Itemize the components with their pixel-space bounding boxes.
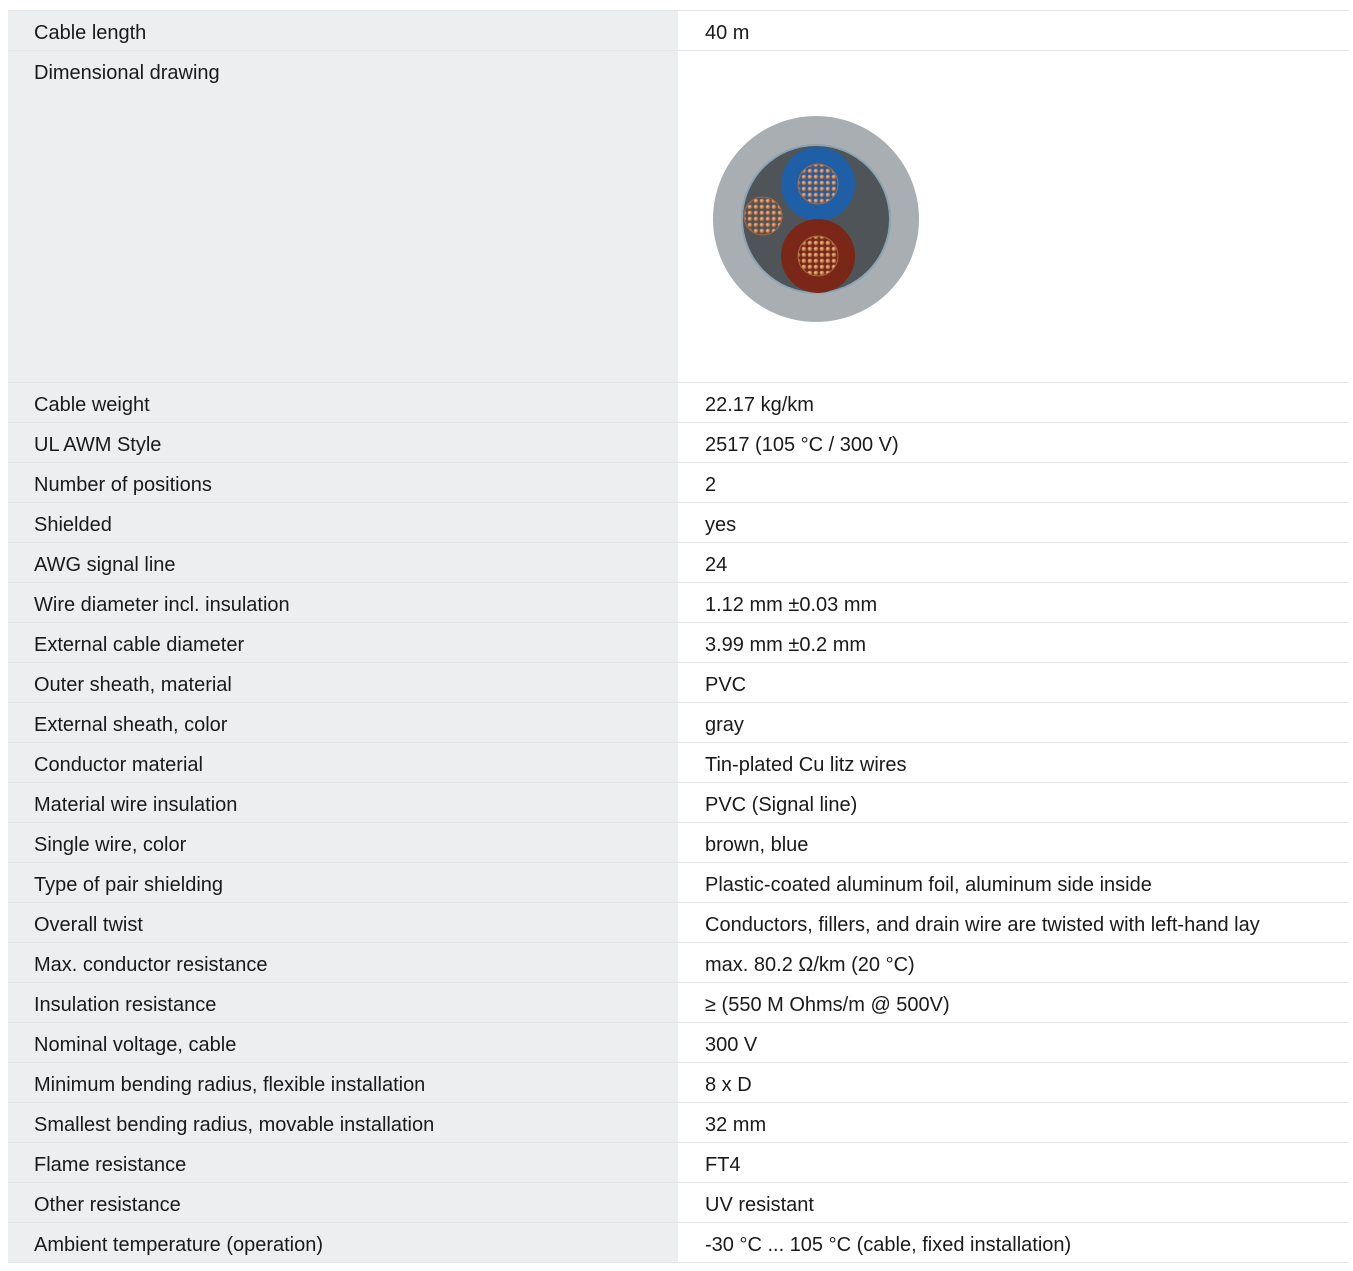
- spec-value: 300 V: [678, 1023, 1349, 1062]
- spec-row-ul-awm-style: UL AWM Style 2517 (105 °C / 300 V): [8, 423, 1349, 463]
- spec-row-nominal-voltage: Nominal voltage, cable 300 V: [8, 1023, 1349, 1063]
- spec-row-external-cable-diameter: External cable diameter 3.99 mm ±0.2 mm: [8, 623, 1349, 663]
- spec-value: 8 x D: [678, 1063, 1349, 1102]
- spec-label: Overall twist: [8, 903, 678, 942]
- spec-label: Wire diameter incl. insulation: [8, 583, 678, 622]
- spec-label: Nominal voltage, cable: [8, 1023, 678, 1062]
- spec-row-outer-sheath-material: Outer sheath, material PVC: [8, 663, 1349, 703]
- spec-value: Conductors, fillers, and drain wire are …: [678, 903, 1349, 942]
- spec-row-wire-diameter: Wire diameter incl. insulation 1.12 mm ±…: [8, 583, 1349, 623]
- spec-row-overall-twist: Overall twist Conductors, fillers, and d…: [8, 903, 1349, 943]
- spec-row-ambient-temperature: Ambient temperature (operation) -30 °C .…: [8, 1223, 1349, 1263]
- spec-value: gray: [678, 703, 1349, 742]
- spec-row-cable-weight: Cable weight 22.17 kg/km: [8, 383, 1349, 423]
- spec-label: Cable length: [8, 11, 678, 50]
- spec-label: Single wire, color: [8, 823, 678, 862]
- spec-value: 22.17 kg/km: [678, 383, 1349, 422]
- spec-value: 32 mm: [678, 1103, 1349, 1142]
- spec-value: 1.12 mm ±0.03 mm: [678, 583, 1349, 622]
- spec-label: Outer sheath, material: [8, 663, 678, 702]
- spec-label: Max. conductor resistance: [8, 943, 678, 982]
- cable-cross-section-icon: [713, 116, 919, 322]
- spec-value: max. 80.2 Ω/km (20 °C): [678, 943, 1349, 982]
- spec-value: brown, blue: [678, 823, 1349, 862]
- spec-row-pair-shielding: Type of pair shielding Plastic-coated al…: [8, 863, 1349, 903]
- spec-label: Conductor material: [8, 743, 678, 782]
- spec-row-single-wire-color: Single wire, color brown, blue: [8, 823, 1349, 863]
- spec-row-shielded: Shielded yes: [8, 503, 1349, 543]
- spec-value: 2: [678, 463, 1349, 502]
- spec-value: Tin-plated Cu litz wires: [678, 743, 1349, 782]
- spec-value: FT4: [678, 1143, 1349, 1182]
- spec-label: Insulation resistance: [8, 983, 678, 1022]
- spec-label: Flame resistance: [8, 1143, 678, 1182]
- spec-row-cable-length: Cable length 40 m: [8, 11, 1349, 51]
- spec-value: yes: [678, 503, 1349, 542]
- spec-row-external-sheath-color: External sheath, color gray: [8, 703, 1349, 743]
- spec-label: Smallest bending radius, movable install…: [8, 1103, 678, 1142]
- spec-row-conductor-material: Conductor material Tin-plated Cu litz wi…: [8, 743, 1349, 783]
- spec-row-dimensional-drawing: Dimensional drawing: [8, 51, 1349, 383]
- spec-value: ≥ (550 M Ohms/m @ 500V): [678, 983, 1349, 1022]
- spec-label: Type of pair shielding: [8, 863, 678, 902]
- spec-value: -30 °C ... 105 °C (cable, fixed installa…: [678, 1223, 1349, 1262]
- spec-row-material-wire-insulation: Material wire insulation PVC (Signal lin…: [8, 783, 1349, 823]
- spec-label: External cable diameter: [8, 623, 678, 662]
- spec-label: AWG signal line: [8, 543, 678, 582]
- spec-row-min-bending-radius-flexible: Minimum bending radius, flexible install…: [8, 1063, 1349, 1103]
- spec-value: 3.99 mm ±0.2 mm: [678, 623, 1349, 662]
- spec-value: PVC: [678, 663, 1349, 702]
- spec-row-min-bending-radius-movable: Smallest bending radius, movable install…: [8, 1103, 1349, 1143]
- spec-row-flame-resistance: Flame resistance FT4: [8, 1143, 1349, 1183]
- spec-value: Plastic-coated aluminum foil, aluminum s…: [678, 863, 1349, 902]
- spec-label: Ambient temperature (operation): [8, 1223, 678, 1262]
- spec-label: Cable weight: [8, 383, 678, 422]
- spec-row-other-resistance: Other resistance UV resistant: [8, 1183, 1349, 1223]
- spec-label: External sheath, color: [8, 703, 678, 742]
- spec-row-insulation-resistance: Insulation resistance ≥ (550 M Ohms/m @ …: [8, 983, 1349, 1023]
- spec-row-awg-signal-line: AWG signal line 24: [8, 543, 1349, 583]
- spec-row-max-conductor-resistance: Max. conductor resistance max. 80.2 Ω/km…: [8, 943, 1349, 983]
- spec-value-drawing: [678, 51, 1349, 382]
- spec-label: Shielded: [8, 503, 678, 542]
- spec-label: Material wire insulation: [8, 783, 678, 822]
- spec-table: Cable length 40 m Dimensional drawing Ca…: [8, 10, 1349, 1263]
- spec-value: PVC (Signal line): [678, 783, 1349, 822]
- spec-label: Number of positions: [8, 463, 678, 502]
- spec-row-number-of-positions: Number of positions 2: [8, 463, 1349, 503]
- spec-value: 24: [678, 543, 1349, 582]
- spec-value: 2517 (105 °C / 300 V): [678, 423, 1349, 462]
- spec-value: UV resistant: [678, 1183, 1349, 1222]
- spec-label: Dimensional drawing: [8, 51, 678, 382]
- spec-label: UL AWM Style: [8, 423, 678, 462]
- spec-label: Minimum bending radius, flexible install…: [8, 1063, 678, 1102]
- spec-label: Other resistance: [8, 1183, 678, 1222]
- spec-value: 40 m: [678, 11, 1349, 50]
